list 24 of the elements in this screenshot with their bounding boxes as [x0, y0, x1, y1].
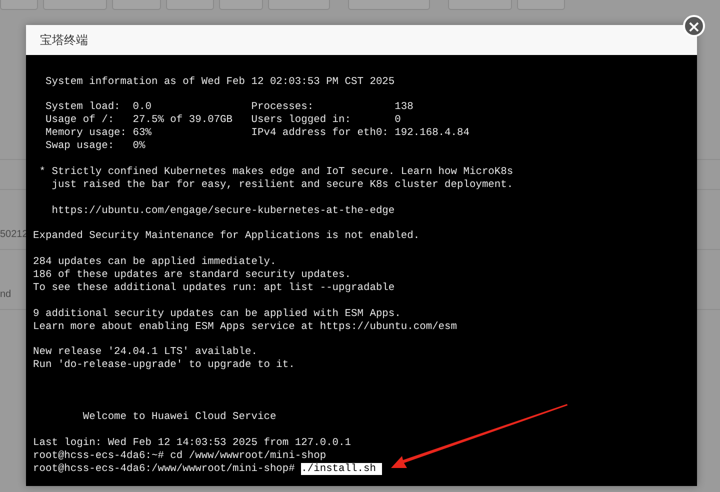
terminal-line: System load: 0.0 Processes: 138 — [44, 101, 414, 114]
terminal-line: New release '24.04.1 LTS' available. — [33, 346, 258, 360]
terminal-line: System information as of Wed Feb 12 02:03:53 PM CST 2025 — [44, 76, 395, 88]
typed-command: ./install.sh — [301, 462, 382, 476]
terminal-line: Run 'do-release-upgrade' to upgrade to it. — [33, 359, 295, 372]
terminal-line: Swap usage: 0% — [44, 140, 146, 153]
terminal-line: Learn more about enabling ESM Apps service at https://ubuntu.com/esm — [33, 320, 458, 334]
terminal-line: https://ubuntu.com/engage/secure-kubernetes-at-the-edge — [50, 204, 395, 218]
terminal-line: 186 of these updates are standard security updates. — [33, 269, 352, 282]
terminal-line: * Strictly confined Kubernetes makes edge and IoT secure. Learn how MicroK8s — [38, 166, 514, 179]
close-button[interactable]: × — [683, 15, 705, 37]
terminal-line: Expanded Security Maintenance for Applications is not enabled. — [33, 230, 420, 244]
terminal-line: 284 updates can be applied immediately. — [33, 256, 276, 270]
dialog-title: 宝塔终端 — [40, 32, 88, 48]
table-cell-text: nd — [0, 288, 12, 302]
terminal-line: Memory usage: 63% IPv4 address for eth0: 192.168.4.84 — [44, 127, 470, 140]
terminal-line: 9 additional security updates can be applied with ESM Apps. — [33, 308, 401, 321]
terminal-line: Last login: Wed Feb 12 14:03:53 2025 from 127.0.0.1 — [33, 436, 352, 450]
terminal-line: root@hcss-ecs-4da6:~# cd /www/wwwroot/mini-shop — [33, 450, 326, 463]
terminal-line: just raised the bar for easy, resilient and secure K8s cluster deployment. — [50, 178, 514, 192]
shell-prompt: root@hcss-ecs-4da6:/www/wwwroot/mini-shop# — [33, 462, 296, 476]
terminal-line: Usage of /: 27.5% of 39.07GB Users logged in: 0 — [44, 114, 401, 128]
terminal-line: To see these additional updates run: apt list --upgradable — [33, 282, 395, 295]
welcome-message: Welcome to Huawei Cloud Service — [82, 410, 276, 424]
